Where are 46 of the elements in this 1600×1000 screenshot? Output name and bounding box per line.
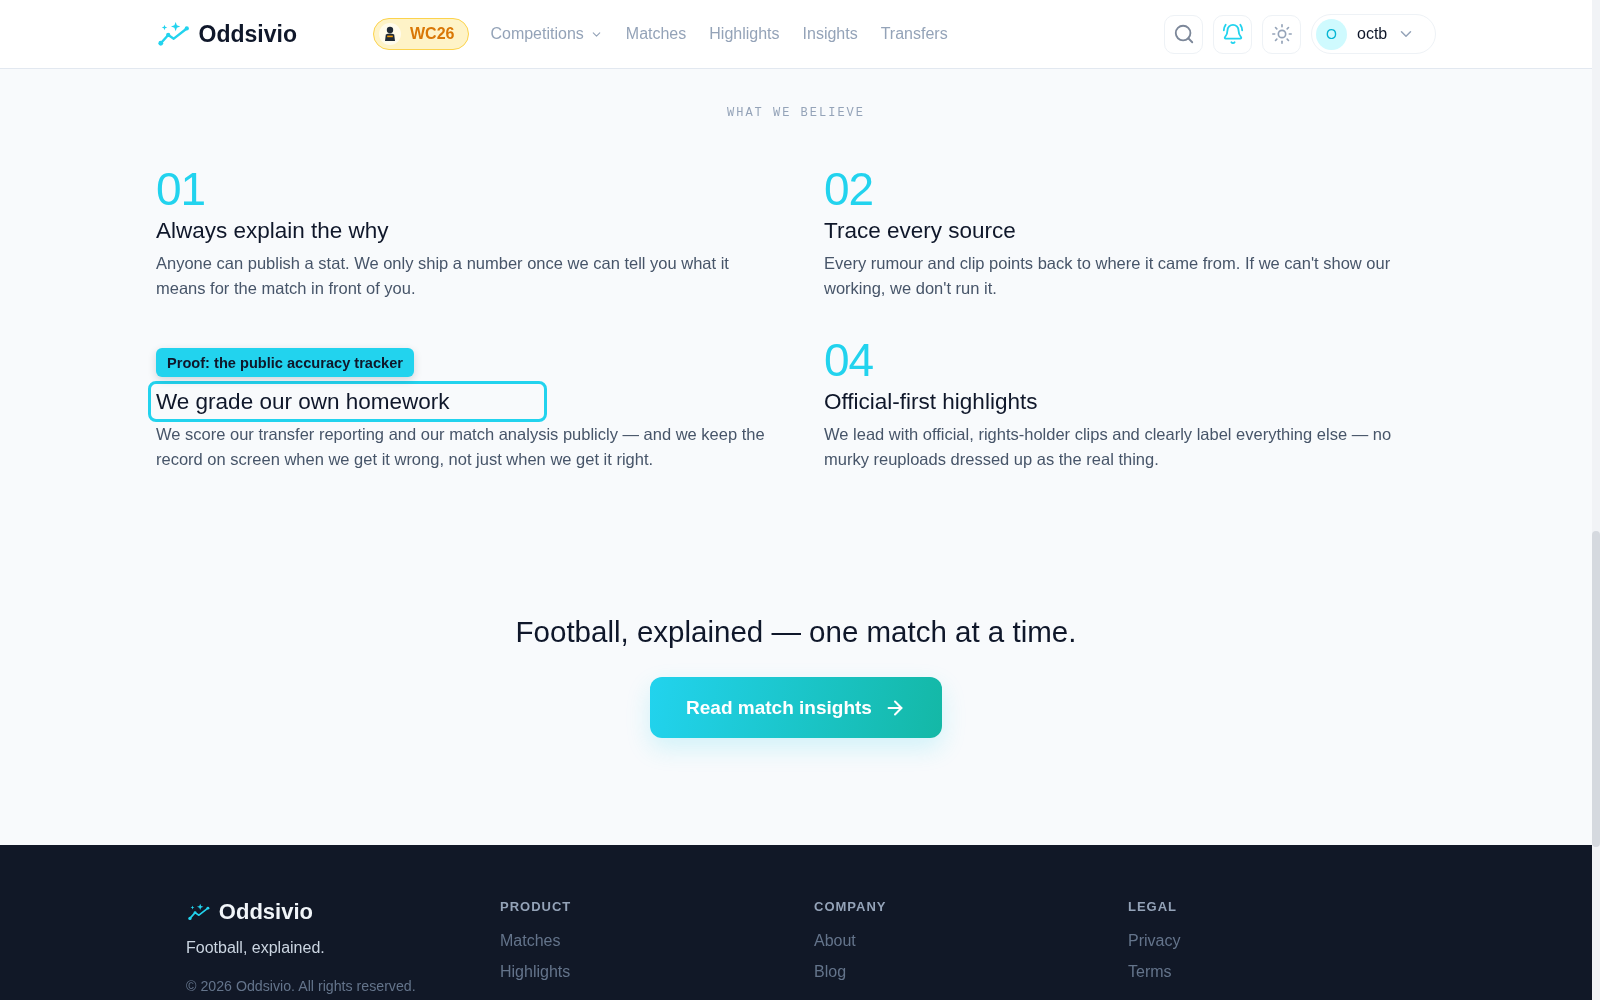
theme-button[interactable]	[1262, 14, 1301, 54]
footer-link[interactable]: Matches	[500, 930, 561, 952]
search-button[interactable]	[1164, 14, 1203, 54]
notifications-button[interactable]	[1213, 14, 1252, 54]
nav-link[interactable]: Competitions	[490, 23, 603, 45]
belief-text: Anyone can publish a stat. We only ship a number once we can tell you what it means for the match in front of you.	[156, 253, 730, 299]
footer-link[interactable]: Blog	[814, 961, 847, 983]
cta-headline: Football, explained — one match at a time.	[515, 614, 1077, 650]
user-name: octb	[1357, 25, 1388, 43]
footer-heading: LEGAL	[1128, 898, 1178, 916]
nav-link[interactable]: Matches	[625, 23, 687, 45]
scrollbar-thumb[interactable]	[1592, 531, 1600, 847]
belief-title: Always explain the why	[155, 217, 390, 245]
footer-link[interactable]: Privacy	[1128, 930, 1181, 952]
belief-title: Trace every source	[823, 217, 1017, 245]
belief-title: Official-first highlights	[823, 388, 1039, 416]
user-menu[interactable]: O octb	[1311, 14, 1436, 54]
footer-heading: COMPANY	[814, 898, 887, 916]
brand-name: Oddsivio	[218, 898, 313, 926]
belief-number: 02	[824, 171, 874, 207]
copyright-text: © 2026 Oddsivio. All rights reserved.	[186, 977, 416, 995]
event-link[interactable]: WC26	[372, 18, 470, 50]
figure-icon	[378, 23, 401, 45]
sun-icon	[1270, 23, 1293, 45]
footer-tagline: Football, explained.	[186, 938, 325, 958]
sparkle-trend-icon	[158, 21, 190, 47]
footer-link[interactable]: Terms	[1128, 961, 1172, 983]
belief-number: 01	[156, 171, 206, 207]
belief-title: We grade our own homework	[148, 381, 547, 422]
belief-text: We score our transfer reporting and our match analysis publicly — and we keep the record on screen when we get it wrong, not just when we get it right.	[156, 424, 766, 470]
search-icon	[1172, 23, 1195, 45]
sparkle-trend-icon	[188, 903, 210, 921]
section-eyebrow: WHAT WE BELIEVE	[727, 105, 865, 121]
cta-button[interactable]: Read match insights	[650, 677, 942, 738]
footer-link[interactable]: About	[814, 930, 856, 952]
belief-text: We lead with official, rights-holder clips and clearly label everything else — no murky reuploads dressed up as the real thing.	[824, 424, 1393, 470]
nav-link[interactable]: Highlights	[709, 23, 780, 45]
belief-text: Every rumour and clip points back to where it came from. If we can't show our working, we don't run it.	[824, 253, 1392, 299]
nav-link[interactable]: Transfers	[880, 23, 948, 45]
nav-link[interactable]: Insights	[802, 23, 858, 45]
footer-heading: PRODUCT	[500, 898, 572, 916]
belief-number: 04	[824, 342, 874, 378]
tooltip: Proof: the public accuracy tracker	[156, 348, 414, 377]
user-avatar: O	[1316, 18, 1347, 50]
footer-link[interactable]: Highlights	[500, 961, 571, 983]
brand-name: Oddsivio	[198, 20, 297, 48]
